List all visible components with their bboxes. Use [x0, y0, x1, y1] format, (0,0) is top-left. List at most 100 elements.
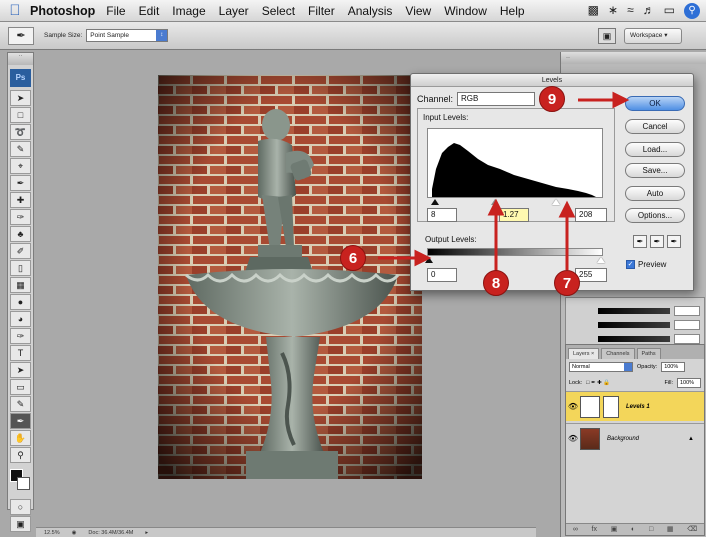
color-slider-1[interactable] — [598, 308, 670, 314]
layer-mask-thumb — [603, 395, 619, 418]
app-menu[interactable]: Photoshop — [30, 4, 95, 18]
load-button[interactable]: Load... — [625, 142, 685, 157]
cancel-button[interactable]: Cancel — [625, 119, 685, 134]
tool-preset-picker[interactable]: ✒ — [8, 26, 34, 45]
input-gamma-field[interactable]: 1.27 — [499, 208, 529, 222]
bluetooth-icon[interactable]: ∗ — [608, 3, 618, 19]
menu-image[interactable]: Image — [172, 4, 205, 18]
zoom-level[interactable]: 12.5% — [44, 530, 60, 536]
eraser-icon[interactable]: ▯ — [10, 260, 31, 276]
sample-size-select[interactable]: Point Sample ↕ — [86, 29, 169, 42]
status-icon[interactable]: ◉ — [72, 530, 77, 536]
menu-view[interactable]: View — [405, 4, 431, 18]
white-eyedropper-icon[interactable]: ✒ — [667, 235, 681, 248]
eye-icon[interactable]: 👁 — [566, 434, 580, 443]
spotlight-icon[interactable]: ⚲ — [684, 3, 700, 19]
quick-mask-icon[interactable]: ○ — [10, 499, 31, 515]
history-brush-icon[interactable]: ✐ — [10, 243, 31, 259]
menu-layer[interactable]: Layer — [219, 4, 249, 18]
input-white-slider[interactable] — [552, 199, 560, 205]
lasso-icon[interactable]: ➰ — [10, 124, 31, 140]
menu-edit[interactable]: Edit — [139, 4, 160, 18]
input-levels-label: Input Levels: — [423, 113, 469, 122]
blend-mode-select[interactable]: Normal — [569, 362, 633, 372]
screen-mode-icon[interactable]: ▣ — [10, 516, 31, 532]
tab-paths[interactable]: Paths — [636, 348, 661, 359]
stamp-icon[interactable]: ♣ — [10, 226, 31, 242]
gray-eyedropper-icon[interactable]: ✒ — [650, 235, 664, 248]
tools-panel-header[interactable]: ·· — [8, 53, 33, 65]
color-value-3[interactable] — [674, 334, 700, 344]
quick-select-icon[interactable]: ✎ — [10, 141, 31, 157]
crop-icon[interactable]: ⌖ — [10, 158, 31, 174]
bridge-icon[interactable]: ▣ — [598, 28, 616, 44]
layer-row-levels[interactable]: 👁 Levels 1 — [566, 391, 704, 421]
tab-channels[interactable]: Channels — [601, 348, 635, 359]
type-icon[interactable]: T — [10, 345, 31, 361]
shape-icon[interactable]: ▭ — [10, 379, 31, 395]
link-icon[interactable]: ∞ — [573, 524, 578, 535]
panel-dock-header[interactable]: ·· — [561, 52, 706, 64]
path-select-icon[interactable]: ➤ — [10, 362, 31, 378]
preview-checkbox[interactable]: ✓ Preview — [626, 260, 666, 269]
color-slider-3[interactable] — [598, 336, 670, 342]
fill-input[interactable]: 100% — [677, 378, 701, 388]
apple-icon[interactable]:  — [0, 2, 30, 19]
notes-icon[interactable]: ✎ — [10, 396, 31, 412]
color-value-1[interactable] — [674, 306, 700, 316]
menu-analysis[interactable]: Analysis — [348, 4, 393, 18]
mask-icon[interactable]: ▣ — [611, 524, 618, 535]
lock-icons[interactable]: □ ✒ ✚ 🔒 — [586, 380, 610, 386]
ok-button[interactable]: OK — [625, 96, 685, 111]
input-black-field[interactable]: 8 — [427, 208, 457, 222]
output-white-slider[interactable] — [597, 257, 605, 263]
auto-button[interactable]: Auto — [625, 186, 685, 201]
status-arrow-icon[interactable]: ▸ — [145, 530, 148, 536]
color-slider-2[interactable] — [598, 322, 670, 328]
adjustment-icon[interactable]: ◐ — [631, 524, 635, 535]
menu-file[interactable]: File — [106, 4, 125, 18]
workspace-button[interactable]: Workspace ▾ — [624, 28, 682, 44]
dodge-icon[interactable]: ◕ — [10, 311, 31, 327]
input-white-field[interactable]: 208 — [575, 208, 607, 222]
channel-select[interactable]: RGB — [457, 92, 536, 106]
save-button[interactable]: Save... — [625, 163, 685, 178]
black-eyedropper-icon[interactable]: ✒ — [633, 235, 647, 248]
wifi-icon[interactable]: ≈ — [627, 3, 634, 19]
output-black-slider[interactable] — [425, 257, 433, 263]
move-icon[interactable]: ➤ — [10, 90, 31, 106]
menu-select[interactable]: Select — [262, 4, 295, 18]
volume-icon[interactable]: ♬ — [643, 3, 655, 19]
pen-icon[interactable]: ✑ — [10, 328, 31, 344]
blur-icon[interactable]: ● — [10, 294, 31, 310]
menu-window[interactable]: Window — [444, 4, 487, 18]
zoom-icon[interactable]: ⚲ — [10, 447, 31, 463]
color-swatches[interactable] — [10, 469, 31, 491]
group-icon[interactable]: □ — [649, 524, 653, 535]
layer-row-background[interactable]: 👁 Background ▲ — [566, 423, 704, 453]
new-layer-icon[interactable]: ▦ — [667, 524, 674, 535]
eyedropper-2-icon[interactable]: ✒ — [10, 413, 31, 429]
menu-help[interactable]: Help — [500, 4, 525, 18]
menu-filter[interactable]: Filter — [308, 4, 335, 18]
eyedropper-icon[interactable]: ✒ — [10, 175, 31, 191]
healing-icon[interactable]: ✚ — [10, 192, 31, 208]
marquee-icon[interactable]: □ — [10, 107, 31, 123]
fx-icon[interactable]: fx — [592, 524, 597, 535]
background-color[interactable] — [17, 477, 30, 490]
opacity-input[interactable]: 100% — [661, 362, 686, 372]
monitor-icon[interactable]: ▩ — [588, 3, 599, 19]
tab-layers[interactable]: Layers × — [568, 348, 600, 359]
brush-icon[interactable]: ✑ — [10, 209, 31, 225]
battery-icon[interactable]: ▭ — [664, 3, 675, 19]
hand-icon[interactable]: ✋ — [10, 430, 31, 446]
color-value-2[interactable] — [674, 320, 700, 330]
eye-icon[interactable]: 👁 — [566, 402, 580, 411]
output-black-field[interactable]: 0 — [427, 268, 457, 282]
input-gamma-slider[interactable] — [491, 199, 499, 205]
gradient-icon[interactable]: ▦ — [10, 277, 31, 293]
options-button[interactable]: Options... — [625, 208, 685, 223]
trash-icon[interactable]: ⌫ — [687, 524, 697, 535]
document-image[interactable] — [158, 75, 422, 479]
input-black-slider[interactable] — [431, 199, 439, 205]
